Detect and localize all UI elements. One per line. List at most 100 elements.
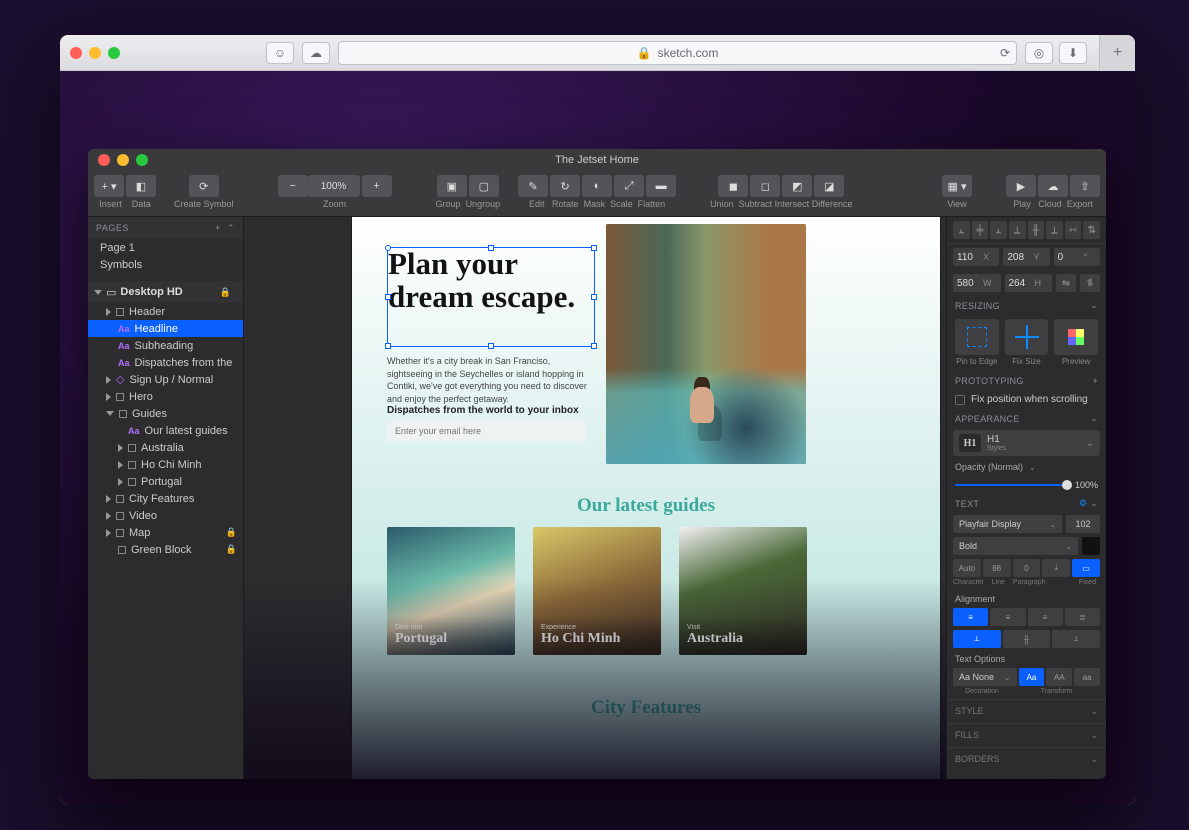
- rotation-field[interactable]: °: [1054, 248, 1100, 266]
- style-section[interactable]: STYLE⌄: [947, 699, 1106, 723]
- resize-handle[interactable]: [591, 245, 597, 251]
- align-vcenter-button[interactable]: ╫: [1028, 221, 1045, 239]
- difference-button[interactable]: ◪: [814, 175, 844, 197]
- artboard[interactable]: Plan your dream escape. Whether it's a c…: [352, 217, 940, 779]
- rotate-button[interactable]: ↻: [550, 175, 580, 197]
- distribute-h-button[interactable]: ⇿: [1065, 221, 1082, 239]
- align-justify-button[interactable]: ≣: [1065, 608, 1100, 626]
- flatten-button[interactable]: ▬: [646, 175, 676, 197]
- icloud-tabs-button[interactable]: ☁: [302, 42, 330, 64]
- guides-heading[interactable]: Our latest guides: [352, 495, 940, 517]
- chevron-icon[interactable]: ⌄: [1090, 754, 1098, 765]
- new-tab-button[interactable]: +: [1099, 35, 1135, 71]
- url-bar[interactable]: 🔒 sketch.com ⟳: [338, 41, 1017, 65]
- lock-icon[interactable]: 🔒: [226, 544, 237, 555]
- edit-button[interactable]: ✎: [518, 175, 548, 197]
- layer-row[interactable]: Ho Chi Minh: [88, 456, 243, 473]
- chevron-icon[interactable]: ⌄: [1090, 706, 1098, 717]
- chevron-icon[interactable]: ⌄: [1090, 300, 1098, 311]
- layer-row[interactable]: Video: [88, 507, 243, 524]
- union-button[interactable]: ◼: [718, 175, 748, 197]
- create-symbol-button[interactable]: ⟳: [189, 175, 219, 197]
- flip-h-button[interactable]: ⇋: [1056, 274, 1076, 292]
- insert-button[interactable]: + ▾: [94, 175, 124, 197]
- headline-text[interactable]: Plan your dream escape.: [388, 248, 594, 313]
- preview-control[interactable]: [1054, 319, 1098, 355]
- transform-upper-button[interactable]: AA: [1046, 668, 1072, 686]
- disclosure-icon[interactable]: [106, 495, 111, 503]
- align-hcenter-button[interactable]: ╪: [972, 221, 989, 239]
- chevron-icon[interactable]: ⌄: [1049, 520, 1056, 529]
- selection-bounds[interactable]: Plan your dream escape.: [387, 247, 595, 347]
- play-button[interactable]: ▶: [1006, 175, 1036, 197]
- city-features-heading[interactable]: City Features: [352, 697, 940, 719]
- valign-middle-button[interactable]: ╫: [1003, 630, 1051, 648]
- disclosure-icon[interactable]: [106, 376, 111, 384]
- mask-button[interactable]: ◐: [582, 175, 612, 197]
- checkbox[interactable]: [955, 395, 965, 405]
- reload-icon[interactable]: ⟳: [1000, 46, 1010, 60]
- subtract-button[interactable]: ◻: [750, 175, 780, 197]
- char-auto[interactable]: Auto: [953, 559, 981, 577]
- align-left-button[interactable]: ≡: [953, 608, 988, 626]
- resize-handle[interactable]: [591, 294, 597, 300]
- resize-handle[interactable]: [488, 343, 494, 349]
- zoom-icon[interactable]: [136, 154, 148, 166]
- paragraph-icon[interactable]: ⤓: [1042, 559, 1070, 577]
- close-icon[interactable]: [98, 154, 110, 166]
- disclosure-icon[interactable]: [106, 393, 111, 401]
- downloads-icon[interactable]: ⬇: [1059, 42, 1087, 64]
- x-input[interactable]: [953, 252, 983, 263]
- resize-handle[interactable]: [591, 343, 597, 349]
- guide-card[interactable]: Dive intoPortugal: [387, 527, 515, 655]
- align-top-button[interactable]: ⟂: [1009, 221, 1026, 239]
- close-icon[interactable]: [70, 47, 82, 59]
- text-style-picker[interactable]: H1 H1Styles ⌄: [953, 430, 1100, 456]
- lock-icon[interactable]: 🔒: [220, 287, 231, 298]
- view-button[interactable]: ▦ ▾: [942, 175, 972, 197]
- pin-to-edge-control[interactable]: [955, 319, 999, 355]
- disclosure-icon[interactable]: [118, 461, 123, 469]
- resize-handle[interactable]: [385, 294, 391, 300]
- gear-icon[interactable]: ⚙: [1079, 498, 1087, 508]
- char-value[interactable]: 88: [983, 559, 1011, 577]
- align-left-button[interactable]: ⫠: [953, 221, 970, 239]
- x-field[interactable]: X: [953, 248, 999, 266]
- cloud-button[interactable]: ☁: [1038, 175, 1068, 197]
- shield-icon[interactable]: ◎: [1025, 42, 1053, 64]
- guide-card[interactable]: ExperienceHo Chi Minh: [533, 527, 661, 655]
- collapse-icon[interactable]: ⌃: [227, 223, 235, 233]
- chevron-icon[interactable]: ⌄: [1090, 413, 1098, 424]
- layer-row[interactable]: AaOur latest guides: [88, 422, 243, 439]
- intersect-button[interactable]: ◩: [782, 175, 812, 197]
- fix-size-control[interactable]: [1005, 319, 1049, 355]
- disclosure-icon[interactable]: [118, 478, 123, 486]
- w-input[interactable]: [953, 278, 983, 289]
- disclosure-icon[interactable]: [94, 290, 102, 295]
- disclosure-icon[interactable]: [106, 308, 111, 316]
- chevron-icon[interactable]: ⌄: [1090, 498, 1098, 508]
- align-bottom-button[interactable]: ⟂: [1046, 221, 1063, 239]
- disclosure-icon[interactable]: [106, 529, 111, 537]
- opacity-slider[interactable]: [955, 484, 1069, 486]
- y-input[interactable]: [1003, 252, 1033, 263]
- subheading-text[interactable]: Whether it's a city break in San Francis…: [387, 355, 587, 405]
- page-item[interactable]: Page 1: [88, 239, 243, 256]
- layer-row[interactable]: AaSubheading: [88, 337, 243, 354]
- chevron-icon[interactable]: ⌄: [1004, 673, 1011, 682]
- minimize-icon[interactable]: [89, 47, 101, 59]
- disclosure-icon[interactable]: [118, 444, 123, 452]
- email-input[interactable]: [387, 421, 587, 441]
- resize-handle[interactable]: [385, 245, 391, 251]
- group-button[interactable]: ▣: [437, 175, 467, 197]
- layer-row[interactable]: Portugal: [88, 473, 243, 490]
- disclosure-icon[interactable]: [106, 512, 111, 520]
- fills-section[interactable]: FILLS⌄: [947, 723, 1106, 747]
- chevron-icon[interactable]: ⌄: [1065, 542, 1072, 551]
- layer-row-selected[interactable]: AaHeadline: [88, 320, 243, 337]
- minimize-icon[interactable]: [117, 154, 129, 166]
- zoom-in-button[interactable]: +: [362, 175, 392, 197]
- layer-row[interactable]: Australia: [88, 439, 243, 456]
- align-center-button[interactable]: ≡: [990, 608, 1025, 626]
- borders-section[interactable]: BORDERS⌄: [947, 747, 1106, 771]
